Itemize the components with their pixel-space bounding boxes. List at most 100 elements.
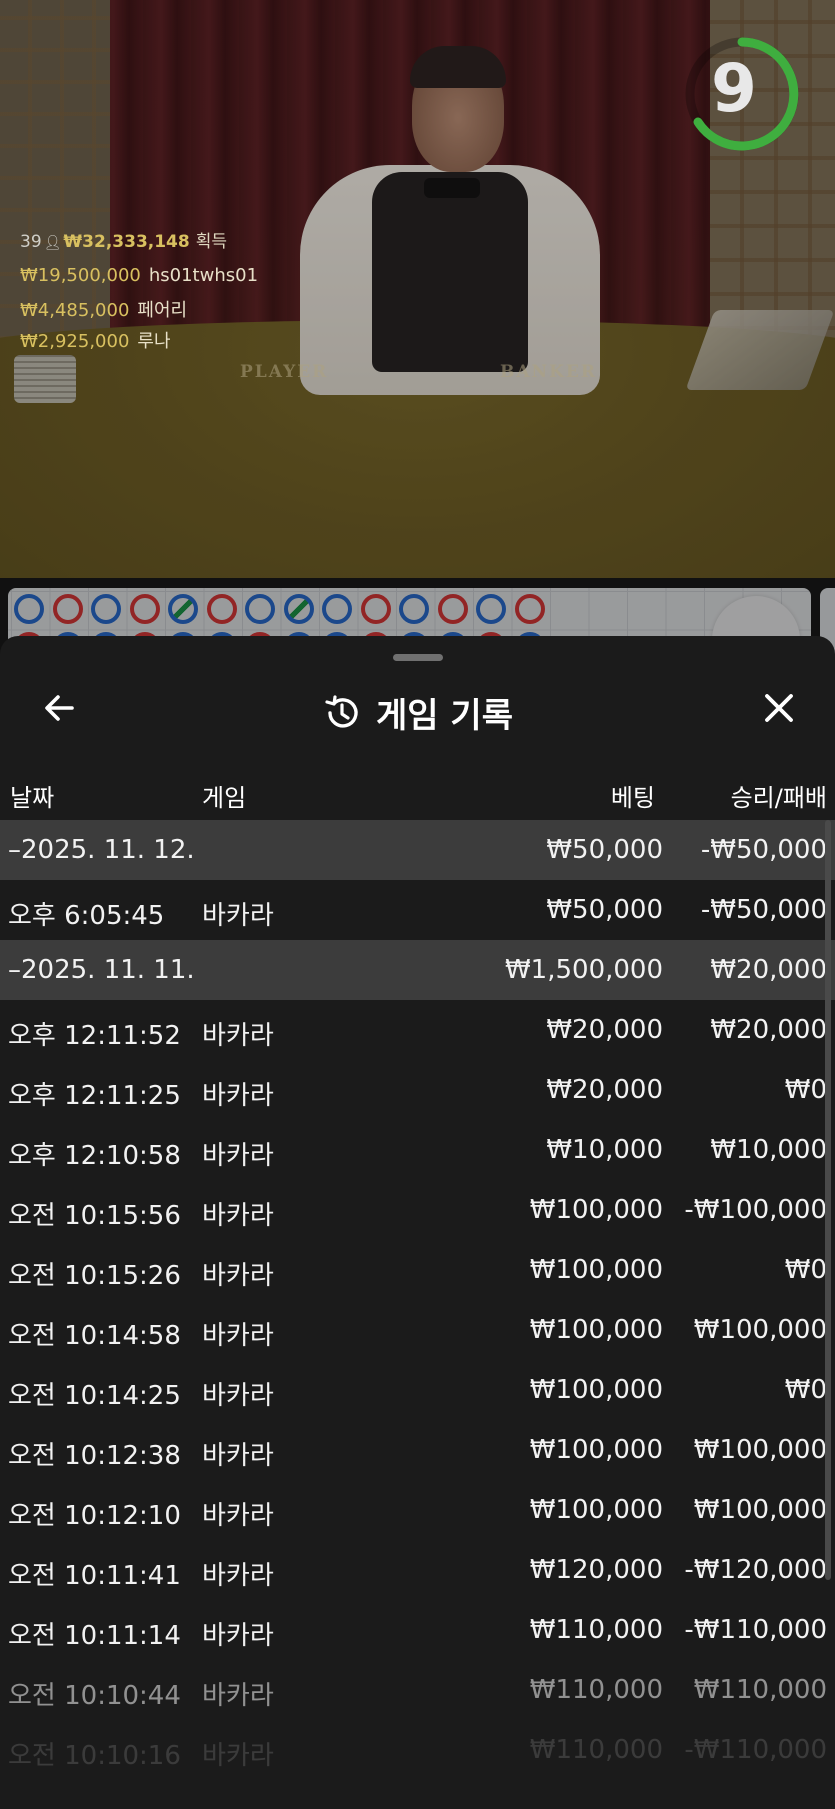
row-bet: ₩100,000 [529,1375,663,1405]
col-bet: 베팅 [610,784,655,812]
person-icon: 👤︎ [43,235,62,251]
row-result: ₩100,000 [693,1315,827,1345]
history-row[interactable]: 오전 10:15:26 바카라 ₩100,000 ₩0 [0,1240,835,1300]
row-result: ₩20,000 [710,1015,827,1045]
history-row[interactable]: 오전 10:15:56 바카라 ₩100,000 -₩100,000 [0,1180,835,1240]
row-game: 바카라 [202,1321,274,1351]
row-game: 바카라 [202,1141,274,1171]
winner-row: ₩19,500,000 hs01twhs01 [20,265,258,286]
row-bet: ₩110,000 [529,1735,663,1765]
row-game: 바카라 [202,1381,274,1411]
row-result: -₩110,000 [684,1615,827,1645]
row-game: 바카라 [202,1561,274,1591]
countdown-timer: 9 [711,50,757,127]
row-bet: ₩100,000 [529,1315,663,1345]
row-game: 바카라 [202,1741,274,1771]
row-date: 오전 10:10:44 [8,1681,181,1711]
history-list: –2025. 11. 12. ₩50,000 -₩50,000 오후 6:05:45 바… [0,820,835,1780]
history-row[interactable]: 오전 10:14:58 바카라 ₩100,000 ₩100,000 [0,1300,835,1360]
winner-amount: ₩4,485,000 [20,300,130,321]
date-group-row[interactable]: –2025. 11. 11. ₩1,500,000 ₩20,000 [0,940,835,1000]
row-date: 오전 10:15:56 [8,1201,181,1231]
row-result: -₩50,000 [700,835,827,865]
row-bet: ₩1,500,000 [504,955,663,985]
history-row[interactable]: 오전 10:14:25 바카라 ₩100,000 ₩0 [0,1360,835,1420]
col-date: 날짜 [10,784,55,812]
winner-row: ₩2,925,000 루나 [20,327,171,353]
row-date: 오후 12:10:58 [8,1141,181,1171]
row-date: –2025. 11. 12. [8,835,195,865]
drag-handle[interactable] [393,654,443,661]
row-result: ₩0 [784,1075,827,1105]
history-icon [325,694,358,728]
row-result: ₩100,000 [693,1435,827,1465]
row-bet: ₩110,000 [529,1675,663,1705]
row-result: -₩50,000 [700,895,827,925]
live-video: PLAYER BANKER 39 👤︎ ₩32,333,148 획득 ₩19,500,… [0,0,835,578]
total-won: ₩32,333,148 [63,232,190,252]
row-date: 오전 10:11:41 [8,1561,181,1591]
row-result: ₩110,000 [693,1675,827,1705]
row-date: 오전 10:14:58 [8,1321,181,1351]
history-row[interactable]: 오후 12:11:25 바카라 ₩20,000 ₩0 [0,1060,835,1120]
won-label: 획득 [195,232,227,252]
row-date: 오전 10:12:38 [8,1441,181,1471]
close-icon[interactable] [757,686,801,730]
row-date: 오후 12:11:52 [8,1021,181,1051]
winners-summary: 39 👤︎ ₩32,333,148 획득 [20,227,227,252]
winner-row: ₩4,485,000 페어리 [20,296,187,322]
row-bet: ₩20,000 [546,1015,663,1045]
history-row[interactable]: 오전 10:11:41 바카라 ₩120,000 -₩120,000 [0,1540,835,1600]
table-header: 날짜 게임 베팅 승리/패배 [0,770,835,818]
row-date: 오전 10:12:10 [8,1501,181,1531]
row-game: 바카라 [202,1621,274,1651]
row-game: 바카라 [202,1201,274,1231]
col-game: 게임 [202,784,247,812]
row-date: 오후 6:05:45 [8,901,165,931]
sheet-header: 게임 기록 [0,676,835,746]
history-row[interactable]: 오전 10:10:16 바카라 ₩110,000 -₩110,000 [0,1720,835,1780]
players-count: 39 [20,232,42,252]
winner-amount: ₩2,925,000 [20,331,130,352]
row-game: 바카라 [202,1021,274,1051]
winner-name: 루나 [137,331,171,352]
row-date: 오전 10:10:16 [8,1741,181,1771]
winner-name: 페어리 [137,300,188,321]
winner-amount: ₩19,500,000 [20,265,141,286]
row-result: -₩120,000 [684,1555,827,1585]
row-bet: ₩100,000 [529,1435,663,1465]
row-result: ₩0 [784,1255,827,1285]
row-game: 바카라 [202,1681,274,1711]
history-row[interactable]: 오후 12:11:52 바카라 ₩20,000 ₩20,000 [0,1000,835,1060]
row-bet: ₩50,000 [546,835,663,865]
history-row[interactable]: 오전 10:10:44 바카라 ₩110,000 ₩110,000 [0,1660,835,1720]
row-date: 오전 10:15:26 [8,1261,181,1291]
game-history-sheet: 게임 기록 날짜 게임 베팅 승리/패배 –2025. 11. 12. ₩50,0… [0,636,835,1809]
scrollbar[interactable] [825,820,831,1580]
row-bet: ₩100,000 [529,1495,663,1525]
row-game: 바카라 [202,1441,274,1471]
row-bet: ₩50,000 [546,895,663,925]
row-date: 오전 10:14:25 [8,1381,181,1411]
row-game: 바카라 [202,901,274,931]
row-result: -₩100,000 [684,1195,827,1225]
row-bet: ₩100,000 [529,1255,663,1285]
history-row[interactable]: 오후 6:05:45 바카라 ₩50,000 -₩50,000 [0,880,835,940]
row-bet: ₩110,000 [529,1615,663,1645]
row-date: 오후 12:11:25 [8,1081,181,1111]
row-result: ₩100,000 [693,1495,827,1525]
sheet-title-wrap: 게임 기록 [0,688,835,737]
col-result: 승리/패배 [730,784,827,812]
row-date: –2025. 11. 11. [8,955,195,985]
history-row[interactable]: 오전 10:12:10 바카라 ₩100,000 ₩100,000 [0,1480,835,1540]
row-game: 바카라 [202,1081,274,1111]
history-row[interactable]: 오전 10:12:38 바카라 ₩100,000 ₩100,000 [0,1420,835,1480]
history-row[interactable]: 오전 10:11:14 바카라 ₩110,000 -₩110,000 [0,1600,835,1660]
row-result: -₩110,000 [684,1735,827,1765]
history-row[interactable]: 오후 12:10:58 바카라 ₩10,000 ₩10,000 [0,1120,835,1180]
row-bet: ₩100,000 [529,1195,663,1225]
row-bet: ₩20,000 [546,1075,663,1105]
row-result: ₩10,000 [710,1135,827,1165]
row-bet: ₩10,000 [546,1135,663,1165]
date-group-row[interactable]: –2025. 11. 12. ₩50,000 -₩50,000 [0,820,835,880]
